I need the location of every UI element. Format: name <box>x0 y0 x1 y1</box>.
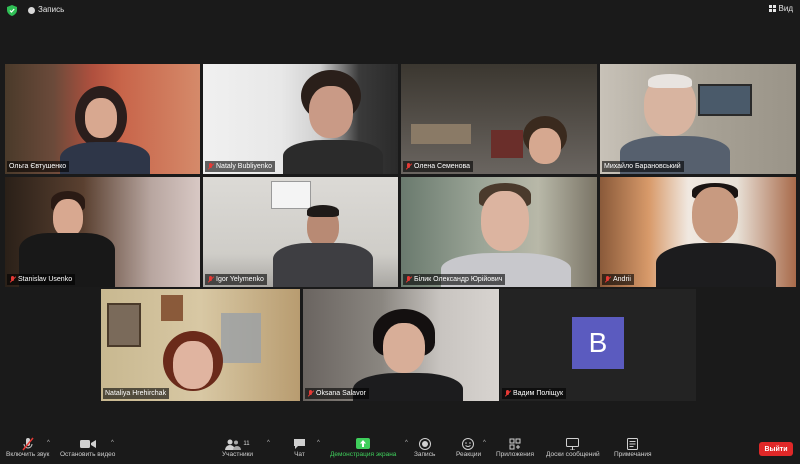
participant-name-tag: Білик Олександр Юрійович <box>403 274 506 285</box>
muted-microphone-icon <box>504 390 511 397</box>
view-label: Вид <box>778 4 793 13</box>
participant-name-tag: Stanislav Usenko <box>7 274 76 285</box>
participant-body <box>60 142 150 174</box>
video-tile[interactable]: Михайло Барановський <box>600 64 796 174</box>
wall-icon-picture <box>107 303 141 347</box>
notes-button[interactable]: Примечания <box>614 437 652 458</box>
emoji-plus-icon <box>462 437 475 451</box>
participant-body <box>353 373 463 401</box>
recording-label: Запись <box>38 5 65 14</box>
reactions-button[interactable]: Реакции <box>456 437 481 458</box>
participant-name-tag: Igor Yelymenko <box>205 274 267 285</box>
whiteboard-icon <box>566 437 580 451</box>
muted-microphone-icon <box>9 276 16 283</box>
participants-button[interactable]: 11 Участники <box>222 437 253 458</box>
record-icon <box>418 437 431 451</box>
participant-name-tag: Олена Семенова <box>403 161 473 172</box>
participant-hair <box>307 205 339 217</box>
participant-name-tag: Вадим Поліщук <box>502 388 567 399</box>
wall-picture <box>161 295 183 321</box>
participant-face <box>383 323 425 373</box>
leave-meeting-button[interactable]: Выйти <box>759 442 793 456</box>
video-tile[interactable]: Andrii <box>600 177 796 287</box>
wall-calendar <box>271 181 311 209</box>
participants-count: 11 <box>243 441 250 447</box>
unmute-button[interactable]: Включить звук <box>6 437 49 458</box>
participants-options-caret-icon[interactable]: ^ <box>267 440 270 446</box>
participant-hair <box>648 74 692 88</box>
participant-face <box>53 199 83 237</box>
top-bar: Запись Вид <box>0 0 800 22</box>
muted-microphone-icon <box>207 163 214 170</box>
share-options-caret-icon[interactable]: ^ <box>405 440 408 446</box>
participant-face <box>309 86 353 138</box>
participant-face <box>173 341 213 389</box>
meeting-toolbar: Включить звук ^ Остановить видео ^ 11 Уч… <box>0 434 800 464</box>
video-tile[interactable]: Ольга Євтушенко <box>5 64 200 174</box>
video-camera-icon <box>79 437 96 451</box>
participant-name-tag: Nataly Bubliyenko <box>205 161 276 172</box>
record-button[interactable]: Запись <box>414 437 435 458</box>
recording-icon <box>28 7 35 14</box>
video-tile-active-speaker[interactable]: Nataliya Hrehirchak <box>101 289 300 401</box>
apps-button[interactable]: Приложения <box>496 437 534 458</box>
reactions-options-caret-icon[interactable]: ^ <box>483 440 486 446</box>
video-tile[interactable]: Білик Олександр Юрійович <box>401 177 597 287</box>
participant-name-tag: Ольга Євтушенко <box>7 161 70 172</box>
participant-body <box>656 243 776 287</box>
participant-name-tag: Михайло Барановський <box>602 161 684 172</box>
muted-microphone-icon <box>604 276 611 283</box>
video-tile[interactable]: Igor Yelymenko <box>203 177 398 287</box>
shelf <box>411 124 471 144</box>
participant-face <box>692 187 738 243</box>
muted-microphone-icon <box>207 276 214 283</box>
chat-options-caret-icon[interactable]: ^ <box>317 440 320 446</box>
picture-frame <box>491 130 523 158</box>
participant-name-tag: Nataliya Hrehirchak <box>103 388 170 399</box>
participant-face <box>85 98 117 138</box>
video-options-caret-icon[interactable]: ^ <box>111 440 114 446</box>
chat-button[interactable]: Чат <box>293 437 306 458</box>
glass-cabinet <box>221 313 261 363</box>
stop-video-button[interactable]: Остановить видео <box>60 437 115 458</box>
chat-bubble-icon <box>293 437 306 451</box>
notes-icon <box>627 437 639 451</box>
muted-microphone-icon <box>405 276 412 283</box>
security-shield-icon[interactable] <box>7 5 17 16</box>
muted-microphone-icon <box>405 163 412 170</box>
view-button[interactable]: Вид <box>768 4 793 13</box>
grid-view-icon <box>768 5 776 12</box>
video-tile-no-camera[interactable]: B Вадим Поліщук <box>500 289 696 401</box>
muted-microphone-icon <box>307 390 314 397</box>
participant-body <box>273 243 373 287</box>
video-tile[interactable]: Олена Семенова <box>401 64 597 174</box>
participant-name-tag: Oksana Salavor <box>305 388 369 399</box>
participant-body <box>283 140 383 174</box>
participant-face <box>481 191 529 251</box>
wall-painting <box>698 84 752 116</box>
participants-icon: 11 <box>225 437 250 451</box>
share-screen-icon <box>356 437 371 451</box>
video-tile[interactable]: Nataly Bubliyenko <box>203 64 398 174</box>
audio-options-caret-icon[interactable]: ^ <box>47 440 50 446</box>
apps-icon <box>509 437 521 451</box>
share-screen-button[interactable]: Демонстрация экрана <box>330 437 396 458</box>
participant-face <box>529 128 561 164</box>
video-tile[interactable]: Oksana Salavor <box>303 289 499 401</box>
participant-avatar: B <box>572 317 624 369</box>
participant-name-tag: Andrii <box>602 274 634 285</box>
video-tile[interactable]: Stanislav Usenko <box>5 177 200 287</box>
muted-microphone-icon <box>22 437 34 451</box>
whiteboards-button[interactable]: Доски сообщений <box>546 437 600 458</box>
